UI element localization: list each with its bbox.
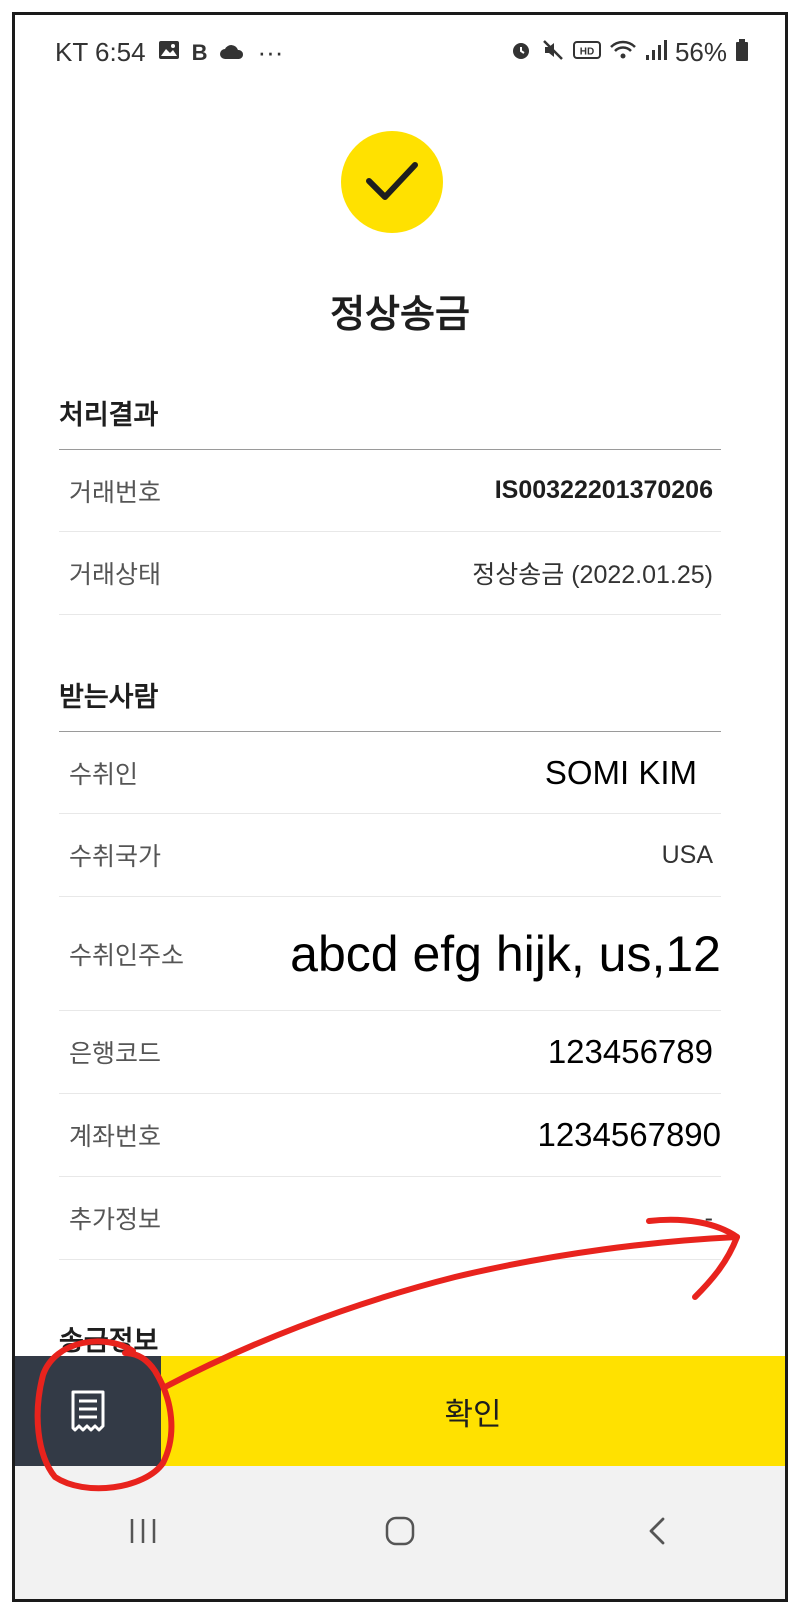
bottom-action-bar: 확인 — [15, 1356, 785, 1466]
row-transaction-number: 거래번호 IS00322201370206 — [59, 450, 721, 532]
recent-apps-button[interactable] — [113, 1501, 173, 1561]
status-right: HD 56% — [509, 37, 749, 68]
recipient-country: USA — [661, 840, 713, 869]
row-label: 추가정보 — [69, 1206, 162, 1234]
battery-icon — [735, 38, 749, 68]
wifi-icon — [609, 39, 637, 67]
row-label: 은행코드 — [69, 1040, 162, 1068]
row-label: 수취인 — [69, 760, 139, 789]
b-app-icon: B — [191, 39, 208, 65]
row-recipient-address: 수취인주소 abcd efg hijk, us,12 — [59, 897, 721, 1011]
receipt-icon — [71, 1390, 105, 1432]
system-nav-bar — [15, 1466, 785, 1599]
row-transaction-status: 거래상태 정상송금 (2022.01.25) — [59, 532, 721, 615]
row-bank-code: 은행코드 123456789 — [59, 1011, 721, 1094]
row-account-number: 계좌번호 1234567890 — [59, 1094, 721, 1177]
back-icon — [649, 1517, 665, 1544]
recipient-address: abcd efg hijk, us,12 — [290, 925, 721, 982]
row-additional-info: 추가정보 - — [59, 1177, 721, 1260]
transaction-number: IS00322201370206 — [494, 476, 713, 504]
section-title-transfer-info: 송금정보 — [59, 1326, 159, 1356]
phone-screen: KT 6:54 B ··· HD 56% 정상송금 처리결과 거래번호 IS00… — [12, 12, 788, 1602]
home-button[interactable] — [370, 1501, 430, 1561]
battery-percent: 56% — [674, 37, 727, 67]
section-title-recipient: 받는사람 — [59, 682, 159, 712]
section-title-result: 처리결과 — [59, 400, 159, 430]
svg-text:HD: HD — [580, 46, 594, 57]
alarm-icon — [509, 38, 533, 68]
row-label: 수취국가 — [69, 843, 162, 871]
additional-info: - — [704, 1203, 713, 1232]
confirm-button[interactable]: 확인 — [161, 1356, 785, 1466]
account-number: 1234567890 — [537, 1116, 721, 1153]
signal-icon — [645, 39, 667, 67]
mute-icon — [541, 38, 565, 68]
gallery-icon — [158, 40, 180, 66]
row-label: 거래번호 — [69, 478, 162, 507]
transaction-status: 정상송금 (2022.01.25) — [472, 561, 713, 589]
hd-icon: HD — [572, 40, 601, 66]
success-badge — [341, 131, 443, 233]
cloud-icon — [219, 40, 245, 66]
more-notifications-icon: ··· — [257, 37, 284, 67]
status-left: KT 6:54 B ··· — [55, 37, 283, 68]
bank-code: 123456789 — [547, 1033, 713, 1070]
home-icon — [385, 1516, 415, 1545]
row-recipient-name: 수취인 SOMI KIM — [59, 732, 721, 814]
receipt-button[interactable] — [15, 1356, 161, 1466]
check-icon — [366, 162, 418, 200]
row-label: 계좌번호 — [69, 1123, 162, 1151]
back-button[interactable] — [627, 1501, 687, 1561]
row-recipient-country: 수취국가 USA — [59, 814, 721, 897]
row-label: 거래상태 — [69, 561, 162, 589]
recipient-name: SOMI KIM — [544, 753, 697, 791]
page-title: 정상송금 — [330, 294, 470, 336]
carrier-time: KT 6:54 — [55, 37, 146, 67]
row-label: 수취인주소 — [69, 941, 185, 970]
recent-apps-icon — [131, 1518, 156, 1543]
status-bar: KT 6:54 B ··· HD 56% — [15, 15, 785, 85]
